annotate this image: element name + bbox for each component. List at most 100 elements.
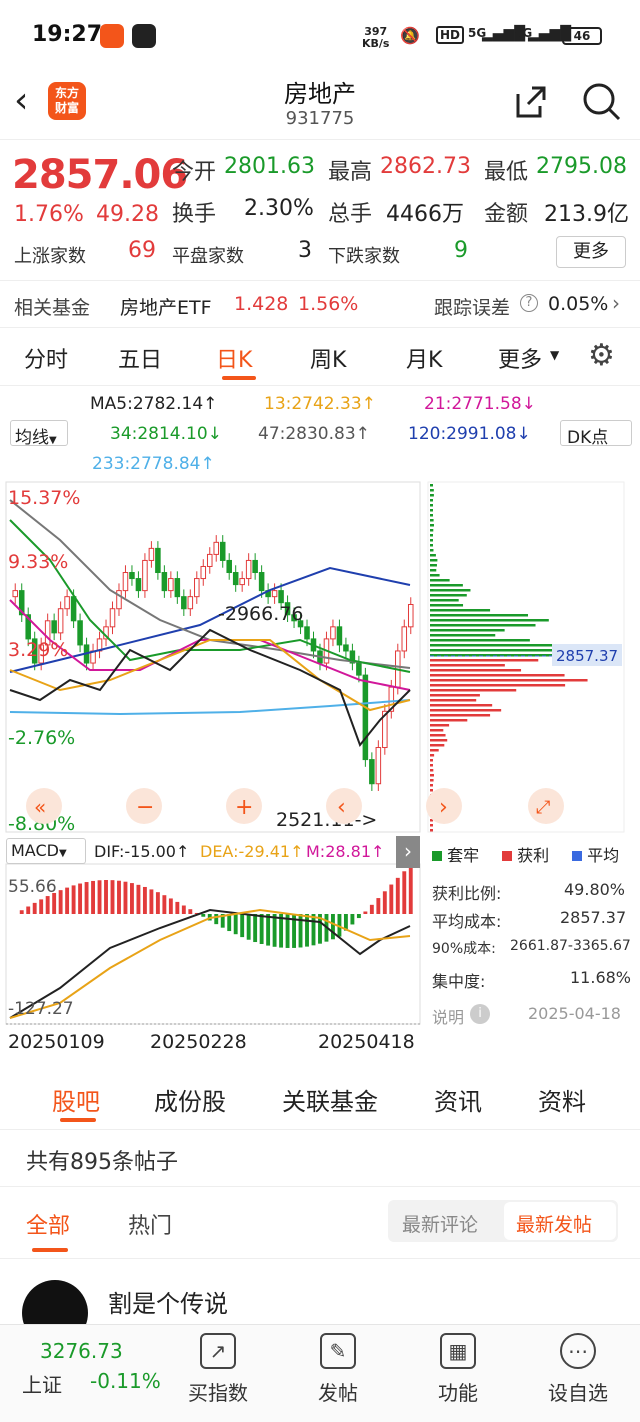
high-label: 最高 <box>328 160 373 185</box>
volume-label: 总手 <box>328 202 373 227</box>
chip-bar <box>430 769 434 772</box>
chip-bar <box>430 784 433 787</box>
macd-selector[interactable]: MACD▼ <box>6 838 86 864</box>
filter-all[interactable]: 全部 <box>26 1208 70 1240</box>
chip-bar <box>430 689 517 692</box>
chip-bar <box>430 709 502 712</box>
chip-bar <box>430 699 477 702</box>
section-tab-indicator <box>60 1118 96 1122</box>
note-label[interactable]: 说明 <box>432 1004 464 1028</box>
nav-add-watchlist[interactable]: ⋯ 设自选 <box>528 1333 628 1406</box>
chip-bar <box>430 564 437 567</box>
candle <box>12 590 19 598</box>
fund-label: 相关基金 <box>14 297 91 319</box>
macd-bar <box>214 914 219 925</box>
status-time: 19:27 <box>32 22 103 47</box>
macd-bar <box>272 914 277 947</box>
tab-weekly-k[interactable]: 周K <box>310 342 346 374</box>
share-icon[interactable] <box>510 82 550 122</box>
battery-icon: 46 <box>562 27 602 45</box>
turnover-value: 2.30% <box>244 196 314 221</box>
search-icon[interactable] <box>580 80 624 124</box>
info-icon[interactable]: i <box>470 1004 490 1024</box>
chip-bar <box>430 704 493 707</box>
candle <box>226 559 232 574</box>
candle <box>245 559 252 580</box>
tab-monthly-k[interactable]: 月K <box>406 342 442 374</box>
active-tab-indicator <box>222 376 256 380</box>
chip-bar <box>430 829 433 832</box>
ma233-value: 233:2778.84↑ <box>92 454 215 474</box>
amount-label: 金额 <box>484 202 529 227</box>
candle <box>168 578 174 592</box>
tab-five-day[interactable]: 五日 <box>118 342 162 374</box>
index-ticker[interactable]: 3276.73 上证 -0.11% <box>0 1325 161 1422</box>
macd-bar <box>331 914 335 940</box>
chip-bar <box>430 584 463 587</box>
macd-bar <box>175 901 180 914</box>
gear-icon[interactable]: ⚙ <box>588 338 615 373</box>
help-icon[interactable]: ? <box>520 294 538 312</box>
tab-daily-k[interactable]: 日K <box>216 342 252 374</box>
kline-svg[interactable]: 2857.37 15.37% 9.33% 3.29% -2.76% -8.80%… <box>0 478 640 1068</box>
candle <box>142 559 148 592</box>
macd-bar <box>168 898 173 914</box>
profit-ratio-label: 获利比例: <box>432 884 502 903</box>
chip-bar <box>430 509 433 512</box>
candle <box>401 626 408 652</box>
x-label-2: 20250228 <box>150 1031 247 1053</box>
macd-bar <box>233 914 238 935</box>
chip-bar <box>430 664 505 667</box>
tab-related-funds[interactable]: 关联基金 <box>282 1082 378 1117</box>
candle <box>369 759 375 785</box>
macd-bar <box>39 899 44 914</box>
chip-bar <box>430 744 445 747</box>
flat-count-label: 平盘家数 <box>172 246 244 267</box>
chip-bar <box>430 749 439 752</box>
change-value: 49.28 <box>96 202 159 227</box>
tab-news[interactable]: 资讯 <box>434 1082 482 1117</box>
ma-selector[interactable]: 均线▼ <box>10 420 68 448</box>
sort-latest-comment[interactable]: 最新评论 <box>402 1210 478 1237</box>
plus-icon: + <box>235 795 253 820</box>
tracking-error-label: 跟踪误差 <box>434 297 511 319</box>
chip-bar <box>430 759 433 762</box>
chip-bar <box>430 609 491 612</box>
post-count: 共有895条帖子 <box>26 1150 178 1175</box>
chevron-right-icon-2: › <box>439 795 448 820</box>
header: ‹ 东方 财富 房地产 931775 <box>0 70 640 140</box>
macd-expand-icon[interactable]: › <box>396 836 420 868</box>
double-left-icon: « <box>34 795 46 819</box>
tab-guba[interactable]: 股吧 <box>52 1082 100 1117</box>
chip-bar <box>430 594 467 597</box>
macd-bar <box>259 914 264 944</box>
candle <box>148 547 155 561</box>
chip-bar <box>430 569 437 572</box>
ma47-line <box>9 499 411 669</box>
macd-ymin: -127.27 <box>8 999 74 1019</box>
tab-constituents[interactable]: 成份股 <box>154 1082 226 1117</box>
macd-bar <box>188 909 193 914</box>
tab-profile[interactable]: 资料 <box>538 1082 586 1117</box>
cost90-label: 90%成本: <box>432 941 496 957</box>
related-fund-row[interactable]: 相关基金 房地产ETF 1.428 1.56% 跟踪误差 ? 0.05% › <box>0 280 640 328</box>
candle <box>232 572 239 586</box>
candle <box>187 596 194 610</box>
nav-buy-index[interactable]: ↗ 买指数 <box>168 1333 268 1406</box>
ma47-value: 47:2830.83↑ <box>258 424 370 444</box>
chip-bar <box>430 579 450 582</box>
sort-latest-post[interactable]: 最新发帖 <box>516 1210 592 1237</box>
dk-point-button[interactable]: DK点 <box>560 420 632 448</box>
nav-functions[interactable]: ▦ 功能 <box>408 1333 508 1406</box>
tab-intraday[interactable]: 分时 <box>24 342 68 374</box>
post-username[interactable]: 割是个传说 <box>108 1284 228 1319</box>
nav-post[interactable]: ✎ 发帖 <box>288 1333 388 1406</box>
filter-hot[interactable]: 热门 <box>128 1208 172 1240</box>
tab-more[interactable]: 更多 <box>498 342 542 374</box>
candle <box>343 644 349 652</box>
more-button[interactable]: 更多 <box>556 236 626 268</box>
tracking-error-value: 0.05% <box>548 293 609 315</box>
ma5-value: MA5:2782.14↑ <box>90 394 218 414</box>
chip-bar <box>430 599 459 602</box>
y-label-4: -2.76% <box>8 727 75 749</box>
